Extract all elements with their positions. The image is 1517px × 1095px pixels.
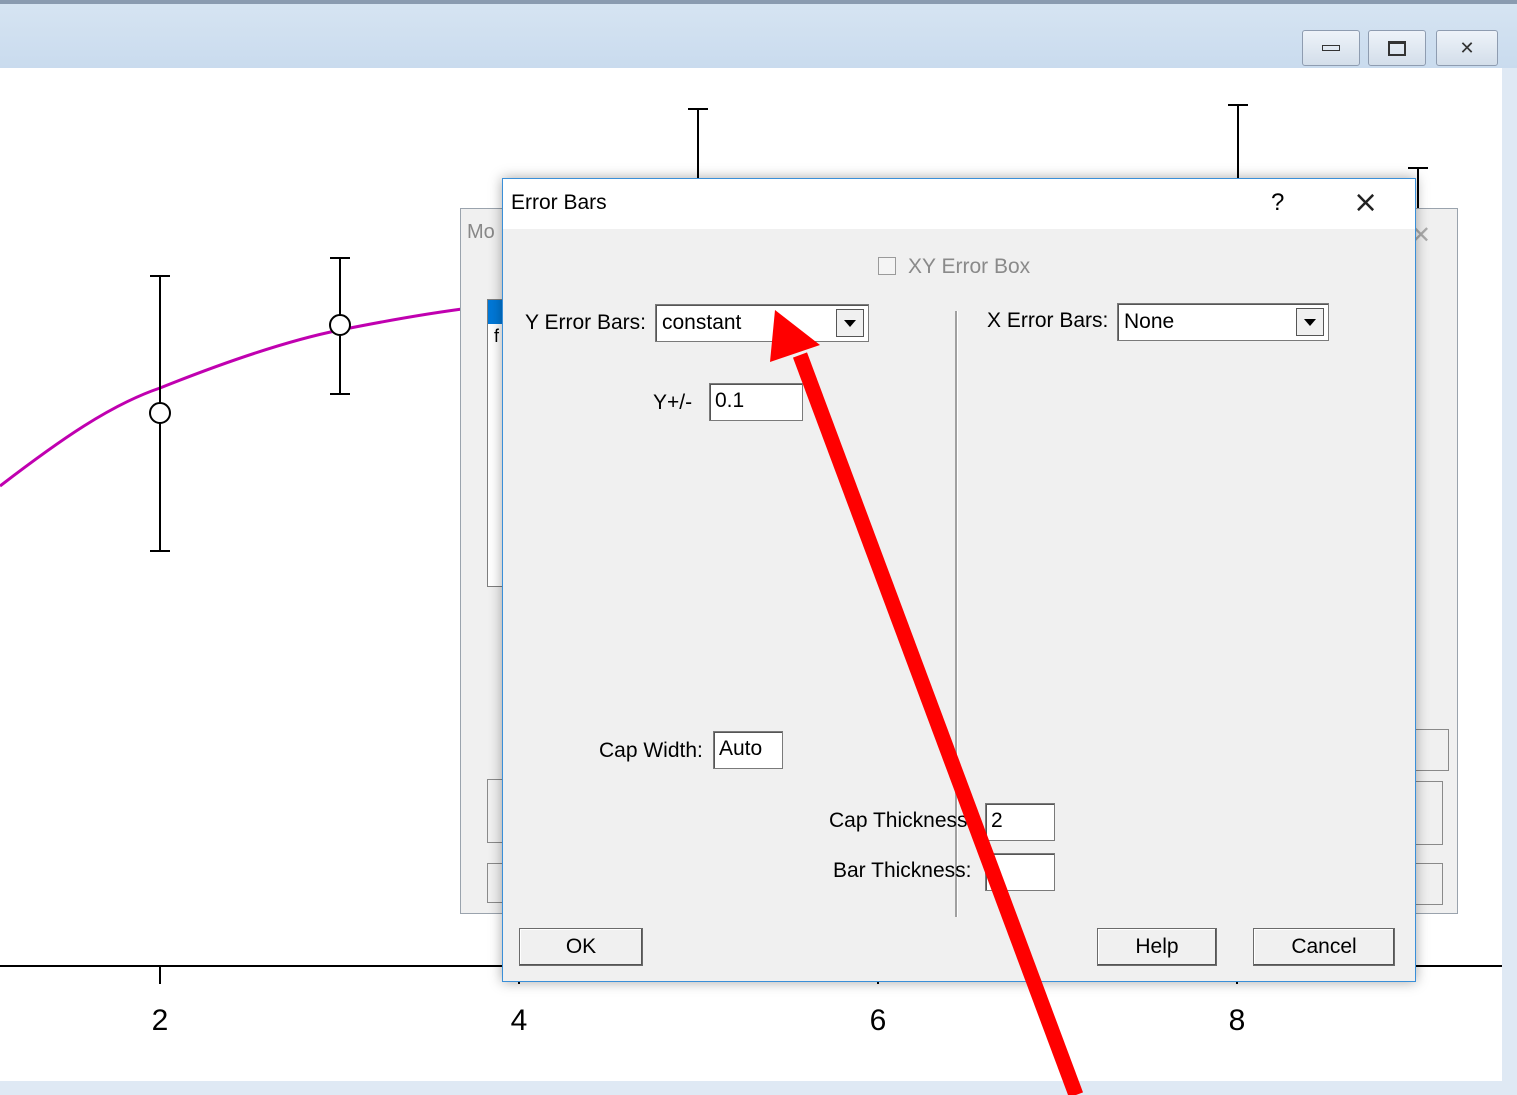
modify-dialog-title: Mo	[467, 221, 495, 243]
y-plusminus-value: 0.1	[715, 389, 745, 412]
bar-thickness-label: Bar Thickness:	[833, 859, 972, 882]
fit-curve	[0, 306, 471, 488]
help-button[interactable]: Help	[1097, 928, 1217, 966]
cap-width-label: Cap Width:	[599, 739, 703, 762]
xy-error-box-checkbox[interactable]	[878, 257, 896, 275]
x-error-bars-value: None	[1124, 310, 1175, 333]
list-item[interactable]: f	[494, 326, 499, 347]
bar-thickness-input[interactable]	[985, 853, 1055, 891]
cap-width-value: Auto	[719, 737, 763, 760]
data-point	[329, 314, 351, 336]
xy-error-box-label: XY Error Box	[908, 255, 1031, 278]
x-tick-label: 2	[152, 1004, 169, 1037]
y-plusminus-label: Y+/-	[653, 391, 693, 414]
y-error-bars-value: constant	[662, 311, 742, 334]
bg-button[interactable]	[1411, 729, 1449, 771]
y-plusminus-input[interactable]: 0.1	[709, 383, 803, 421]
x-tick-label: 4	[511, 1004, 528, 1037]
error-bars-dialog: Error Bars ? × XY Error Box Y Error Bars…	[502, 178, 1416, 982]
chevron-down-icon[interactable]	[836, 309, 864, 337]
ok-button[interactable]: OK	[519, 928, 643, 966]
x-tick-label: 6	[870, 1004, 887, 1037]
dialog-title: Error Bars	[511, 191, 607, 214]
error-bar	[1228, 104, 1248, 180]
dialog-titlebar: Error Bars ? ×	[503, 179, 1415, 229]
cap-thickness-input[interactable]: 2	[985, 803, 1055, 841]
cancel-button[interactable]: Cancel	[1253, 928, 1395, 966]
x-error-bars-label: X Error Bars:	[987, 309, 1109, 332]
x-tick-label: 8	[1229, 1004, 1246, 1037]
y-error-bars-select[interactable]: constant	[655, 304, 869, 342]
help-icon[interactable]: ?	[1271, 189, 1284, 217]
data-point	[149, 402, 171, 424]
dialog-close-icon[interactable]: ×	[1353, 185, 1378, 220]
cap-thickness-value: 2	[991, 809, 1003, 832]
x-error-bars-select[interactable]: None	[1117, 303, 1329, 341]
cap-width-input[interactable]: Auto	[713, 731, 783, 769]
error-bar	[688, 108, 708, 180]
y-error-bars-label: Y Error Bars:	[525, 311, 646, 334]
cap-thickness-label: Cap Thickness:	[829, 809, 974, 832]
chevron-down-icon[interactable]	[1296, 308, 1324, 336]
